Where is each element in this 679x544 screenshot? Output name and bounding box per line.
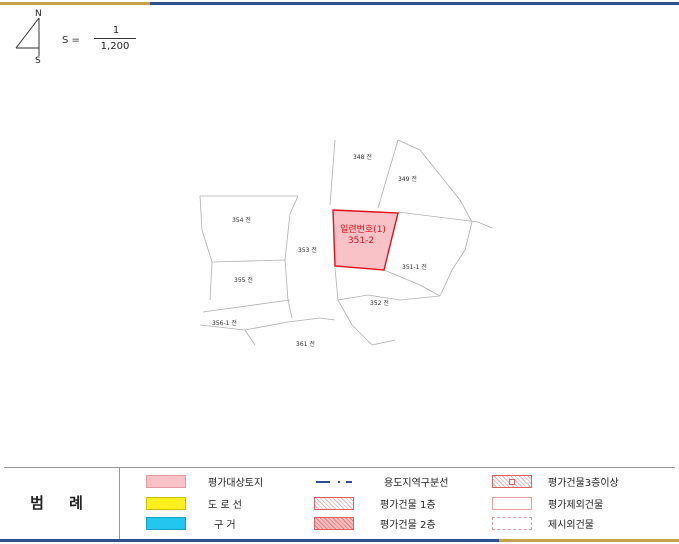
bottom-border (0, 539, 679, 542)
parcel-label: 349 전 (398, 175, 417, 183)
legend-title: 범 례 (30, 494, 93, 512)
bottom-border-accent (499, 539, 679, 542)
legend-label: 평가제외건물 (548, 500, 604, 511)
yellow-fill-swatch-icon (146, 497, 186, 510)
legend-label: 제시외건물 (548, 520, 594, 531)
light-hatch-swatch-icon (314, 497, 354, 510)
dash-dot-line-icon (314, 475, 354, 488)
legend-label: 평가대상토지 (208, 478, 264, 489)
parcel-label: 348 전 (353, 153, 372, 161)
white-swatch-icon (492, 497, 532, 510)
pink-fill-swatch-icon (146, 475, 186, 488)
parcel-label: 353 전 (298, 246, 317, 254)
dense-hatch-swatch-icon (314, 517, 354, 530)
parcel-label: 355 전 (234, 276, 253, 284)
legend-label: 용도지역구분선 (384, 478, 449, 489)
cadastral-map: 348 전 349 전 354 전 353 전 351-1 전 355 전 35… (199, 139, 493, 348)
parcel-label: 351-1 전 (402, 263, 427, 271)
legend-divider (119, 468, 120, 540)
subject-label-line2: 351-2 (348, 236, 374, 246)
legend-label: 도 로 선 (208, 500, 242, 511)
parcel-label: 352 전 (370, 299, 389, 307)
parcel-label: 356-1 전 (212, 319, 237, 327)
hatch-dot-swatch-icon (492, 475, 532, 488)
parcel-label: 354 전 (232, 216, 251, 224)
subject-label-line1: 일련번호(1) (340, 224, 386, 235)
dashed-swatch-icon (492, 517, 532, 530)
legend-label: 평가건물 1층 (380, 500, 436, 511)
legend-label: 평가건물 2층 (380, 520, 436, 531)
legend: 범 례 평가대상토지 도 로 선 구 거 용도지역구분선 평가건물 1층 평가건… (4, 467, 675, 540)
parcel-label: 361 전 (296, 340, 315, 348)
cyan-fill-swatch-icon (146, 517, 186, 530)
legend-label: 평가건물3층이상 (548, 478, 619, 489)
legend-label: 구 거 (214, 520, 236, 531)
